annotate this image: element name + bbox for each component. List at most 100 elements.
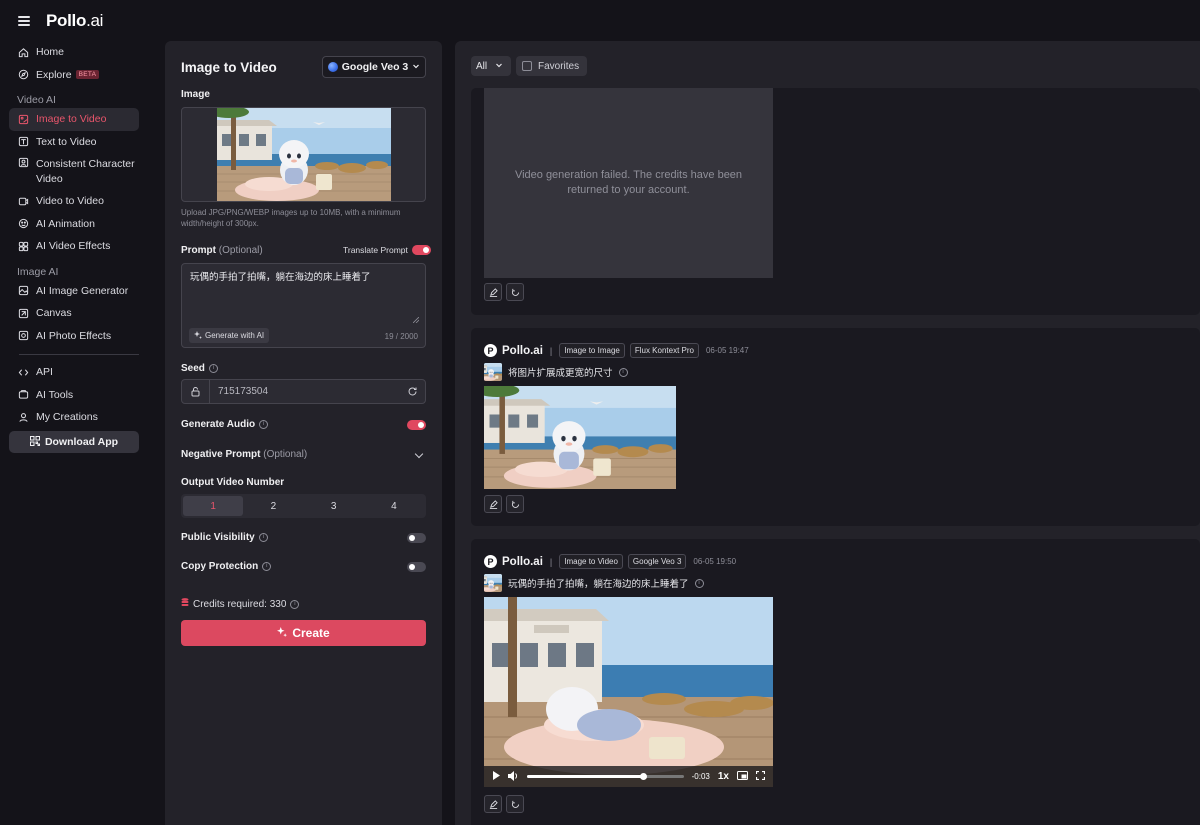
video-player[interactable]: -0:03 1x <box>484 597 773 787</box>
edit-icon <box>489 799 498 809</box>
playback-speed-button[interactable]: 1x <box>718 771 729 782</box>
source-thumbnail[interactable] <box>484 574 502 592</box>
effects-icon <box>18 241 29 252</box>
sidebar-item-canvas[interactable]: Canvas <box>9 302 139 325</box>
prompt-text: 玩偶的手拍了拍嘴，躺在海边的床上睡着了 <box>508 579 689 590</box>
filter-dropdown[interactable]: All <box>471 56 511 76</box>
edit-button[interactable] <box>484 283 502 301</box>
info-icon[interactable]: i <box>208 363 218 373</box>
output-option[interactable]: 4 <box>364 496 424 516</box>
info-icon[interactable]: i <box>694 578 704 588</box>
video-progress-knob[interactable] <box>639 773 647 780</box>
sidebar-item-home[interactable]: Home <box>9 41 139 64</box>
regenerate-button[interactable] <box>506 495 524 513</box>
fullscreen-icon[interactable] <box>755 770 766 782</box>
pip-icon[interactable] <box>737 771 748 782</box>
download-app-button[interactable]: Download App <box>9 431 139 453</box>
prompt-textarea[interactable]: 玩偶的手拍了拍嘴，躺在海边的床上睡着了 Generate with AI 19 … <box>181 263 426 348</box>
sidebar-item-label: Image to Video <box>36 113 107 126</box>
info-icon[interactable]: i <box>259 419 269 429</box>
info-icon[interactable]: i <box>290 599 300 609</box>
sidebar-item-consistent-character[interactable]: Consistent Character Video <box>9 153 139 190</box>
info-icon[interactable]: i <box>618 367 628 377</box>
timestamp: 06-05 19:47 <box>705 346 749 355</box>
edit-button[interactable] <box>484 495 502 513</box>
play-icon[interactable] <box>492 771 500 782</box>
refresh-icon <box>511 800 519 808</box>
negative-prompt-label[interactable]: Negative Prompt (Optional) <box>181 449 307 460</box>
copy-protection-toggle[interactable] <box>407 562 426 572</box>
sidebar-item-my-creations[interactable]: My Creations <box>9 406 139 429</box>
edit-button[interactable] <box>484 795 502 813</box>
filter-label: All <box>476 60 488 72</box>
sidebar-item-ai-animation[interactable]: AI Animation <box>9 213 139 236</box>
animation-icon <box>18 218 29 229</box>
source-thumbnail[interactable] <box>484 363 502 381</box>
image-generator-icon <box>18 285 29 296</box>
video-progress-bar[interactable] <box>527 773 684 780</box>
card-actions <box>484 283 524 301</box>
sidebar-nav: Home Explore BETA Video AI Image to Vide… <box>9 41 139 429</box>
refresh-icon <box>511 500 519 508</box>
create-label: Create <box>292 626 330 640</box>
home-icon <box>18 47 29 58</box>
logo[interactable]: Pollo.ai <box>46 11 103 31</box>
video-time: -0:03 <box>691 772 710 781</box>
sidebar-item-ai-image-generator[interactable]: AI Image Generator <box>9 280 139 303</box>
sidebar-item-ai-photo-effects[interactable]: AI Photo Effects <box>9 325 139 348</box>
card-prompt: 玩偶的手拍了拍嘴，躺在海边的床上睡着了 i <box>484 574 704 592</box>
menu-icon[interactable] <box>18 16 30 26</box>
sidebar-item-api[interactable]: API <box>9 361 139 384</box>
favorites-checkbox[interactable] <box>522 61 532 71</box>
seed-label: Seed i <box>181 363 218 374</box>
refresh-icon[interactable] <box>399 386 425 397</box>
sidebar-item-label: My Creations <box>36 411 98 424</box>
volume-icon[interactable] <box>508 770 519 783</box>
failed-placeholder: Video generation failed. The credits hav… <box>484 88 773 278</box>
seed-input[interactable] <box>210 386 399 397</box>
image-video-icon <box>18 114 29 125</box>
section-video-ai: Video AI <box>17 94 56 106</box>
generate-with-ai-button[interactable]: Generate with AI <box>189 328 270 343</box>
sidebar-item-text-to-video[interactable]: Text to Video <box>9 131 139 154</box>
image-upload[interactable] <box>181 107 426 202</box>
favorites-filter[interactable]: Favorites <box>516 56 587 76</box>
pollo-logo-icon: P <box>484 344 497 357</box>
card-brand: Pollo.ai <box>502 555 543 568</box>
tool-tag: Image to Video <box>559 554 623 569</box>
resize-handle-icon[interactable] <box>413 317 419 323</box>
output-option[interactable]: 1 <box>183 496 244 516</box>
translate-toggle[interactable] <box>411 245 431 255</box>
info-icon[interactable]: i <box>258 532 268 542</box>
edit-icon <box>489 499 498 509</box>
sidebar-item-image-to-video[interactable]: Image to Video <box>9 108 139 131</box>
translate-prompt: Translate Prompt <box>343 245 431 255</box>
tools-icon <box>18 389 29 400</box>
result-image[interactable] <box>484 386 676 489</box>
generate-audio-toggle[interactable] <box>407 420 426 430</box>
sidebar-item-video-to-video[interactable]: Video to Video <box>9 190 139 213</box>
sidebar-item-label: API <box>36 366 53 379</box>
result-card: P Pollo.ai | Image to Image Flux Kontext… <box>471 328 1200 526</box>
regenerate-button[interactable] <box>506 795 524 813</box>
output-option[interactable]: 2 <box>243 496 303 516</box>
card-header: P Pollo.ai | Image to Image Flux Kontext… <box>484 343 749 358</box>
create-button[interactable]: Create <box>181 620 426 646</box>
public-visibility-toggle[interactable] <box>407 533 426 543</box>
sidebar-item-ai-tools[interactable]: AI Tools <box>9 384 139 407</box>
regenerate-button[interactable] <box>506 283 524 301</box>
chevron-down-icon[interactable] <box>414 449 424 459</box>
output-option[interactable]: 3 <box>304 496 364 516</box>
sidebar-item-explore[interactable]: Explore BETA <box>9 64 139 87</box>
lock-icon[interactable] <box>182 380 210 403</box>
sidebar-item-ai-video-effects[interactable]: AI Video Effects <box>9 235 139 258</box>
chevron-down-icon <box>495 61 503 72</box>
form-title: Image to Video <box>181 60 277 75</box>
result-card-failed: Video generation failed. The credits hav… <box>471 88 1200 315</box>
info-icon[interactable]: i <box>262 561 272 571</box>
refresh-icon <box>511 288 519 296</box>
model-name: Google Veo 3 <box>341 61 409 73</box>
failed-message: Video generation failed. The credits hav… <box>514 168 743 197</box>
video-video-icon <box>18 196 29 207</box>
model-select[interactable]: Google Veo 3 <box>322 56 426 78</box>
